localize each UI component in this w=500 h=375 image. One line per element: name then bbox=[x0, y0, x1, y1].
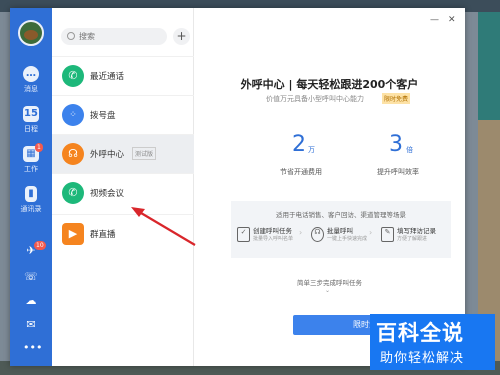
chat-icon: … bbox=[23, 66, 39, 82]
video-call-icon: ✆ bbox=[62, 182, 84, 204]
list-item-group-live[interactable]: ▶ 群直播 bbox=[52, 214, 194, 253]
minimize-icon[interactable]: — bbox=[430, 15, 439, 25]
step-arrow-icon: › bbox=[369, 228, 373, 237]
rail-item-calendar[interactable]: 15 日程 bbox=[10, 106, 52, 134]
stat-unit-efficiency: 倍 bbox=[406, 146, 413, 154]
function-list-panel: + ✆ 最近通话 ⁘ 拨号盘 ☊ 外呼中心 测试版 ✆ 视频会议 ▶ 群直播 bbox=[52, 8, 194, 366]
watermark-main-text: 百科全说 bbox=[376, 321, 464, 345]
more-icon[interactable]: ••• bbox=[23, 341, 42, 355]
list-item-label: 外呼中心 bbox=[90, 150, 125, 160]
watermark-sub-text: 助你轻松解决 bbox=[380, 351, 465, 366]
close-icon[interactable]: ✕ bbox=[448, 15, 456, 25]
list-item-dialpad[interactable]: ⁘ 拨号盘 bbox=[52, 95, 194, 134]
rail-label: 通讯录 bbox=[20, 205, 42, 213]
list-item-label: 群直播 bbox=[90, 230, 116, 240]
stat-label-efficiency: 提升呼叫效率 bbox=[377, 168, 419, 176]
checklist-icon: ✓ bbox=[237, 227, 250, 242]
rail-item-work[interactable]: ▦ 1 工作 bbox=[10, 143, 52, 174]
help-link[interactable]: 简单三步完成呼叫任务 bbox=[194, 277, 465, 287]
list-item-label: 拨号盘 bbox=[90, 111, 116, 121]
add-button[interactable]: + bbox=[173, 28, 190, 45]
avatar[interactable] bbox=[18, 20, 44, 46]
step-title: 创建呼叫任务 bbox=[253, 227, 292, 235]
list-item-label: 视频会议 bbox=[90, 189, 125, 199]
rail-label: 日程 bbox=[24, 125, 38, 133]
step-desc: 一键上手快速完成 bbox=[327, 236, 368, 242]
stat-value-efficiency: 3 bbox=[389, 132, 403, 157]
step-title: 批量呼叫 bbox=[327, 227, 353, 235]
main-content: — ✕ 外呼中心 | 每天轻松跟进200个客户 价值万元具备小型呼叫中心能力 限… bbox=[194, 8, 465, 366]
list-item-video-meeting[interactable]: ✆ 视频会议 bbox=[52, 173, 194, 212]
watermark-logo: 百科全说 助你轻松解决 bbox=[370, 314, 495, 370]
phone-call-icon[interactable]: ☏ bbox=[23, 270, 39, 284]
free-tag: 限时免费 bbox=[382, 93, 411, 104]
chevron-down-icon[interactable]: ⌄ bbox=[325, 287, 330, 294]
calendar-icon: 15 bbox=[23, 106, 39, 122]
scenario-title: 适用于电话销售、客户回访、渠道管理等场景 bbox=[276, 211, 406, 219]
search-input[interactable] bbox=[61, 28, 167, 45]
headset-icon: ☊ bbox=[311, 227, 324, 242]
page-subtitle: 价值万元具备小型呼叫中心能力 bbox=[266, 95, 364, 103]
rail-label: 工作 bbox=[24, 165, 38, 173]
rail-item-messages[interactable]: … 消息 bbox=[10, 66, 52, 94]
contacts-icon: ▮ bbox=[25, 186, 37, 202]
scenario-box: 适用于电话销售、客户回访、渠道管理等场景 ✓ 创建呼叫任务 批量导入呼叫名单 ›… bbox=[231, 201, 451, 258]
search-icon bbox=[67, 32, 75, 40]
rail-label: 消息 bbox=[24, 85, 38, 93]
rocket-badge: 10 bbox=[34, 241, 46, 250]
page-title: 外呼中心 | 每天轻松跟进200个客户 bbox=[240, 78, 419, 91]
stat-label-savings: 节省开通费用 bbox=[280, 168, 322, 176]
list-item-outbound-center[interactable]: ☊ 外呼中心 测试版 bbox=[52, 134, 194, 173]
beta-tag: 测试版 bbox=[132, 147, 157, 160]
list-item-recent-calls[interactable]: ✆ 最近通话 bbox=[52, 56, 194, 95]
live-icon: ▶ bbox=[62, 223, 84, 245]
cloud-icon[interactable]: ☁ bbox=[23, 294, 39, 308]
step-desc: 方便了解跟进 bbox=[397, 236, 428, 242]
mail-icon[interactable]: ✉ bbox=[23, 318, 39, 332]
app-window: … 消息 15 日程 ▦ 1 工作 ▮ 通讯录 ✈ 10 ☏ ☁ ✉ ••• +… bbox=[10, 8, 465, 366]
list-item-label: 最近通话 bbox=[90, 72, 125, 82]
step-desc: 批量导入呼叫名单 bbox=[253, 236, 294, 242]
dialpad-icon: ⁘ bbox=[62, 104, 84, 126]
left-rail: … 消息 15 日程 ▦ 1 工作 ▮ 通讯录 ✈ 10 ☏ ☁ ✉ ••• bbox=[10, 8, 52, 366]
rail-item-contacts[interactable]: ▮ 通讯录 bbox=[10, 186, 52, 214]
stat-unit-savings: 万 bbox=[308, 146, 315, 154]
step-title: 填写拜访记录 bbox=[397, 227, 436, 235]
step-arrow-icon: › bbox=[299, 228, 303, 237]
phone-icon: ✆ bbox=[62, 65, 84, 87]
stat-value-savings: 2 bbox=[292, 132, 306, 157]
work-badge: 1 bbox=[35, 143, 43, 152]
edit-document-icon: ✎ bbox=[381, 227, 394, 242]
headset-icon: ☊ bbox=[62, 143, 84, 165]
